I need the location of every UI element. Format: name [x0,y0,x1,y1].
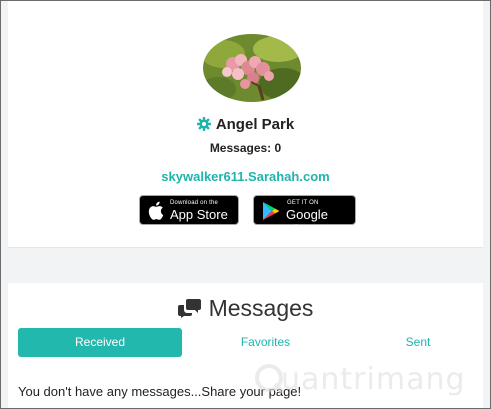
messages-title: Messages [8,295,483,324]
tab-favorites[interactable]: Favorites [208,328,323,357]
chat-bubbles-icon [177,297,202,324]
app-frame: Angel Park Messages: 0 skywalker611.Sara… [0,0,491,409]
messages-count: Messages: 0 [209,141,282,155]
tab-received[interactable]: Received [18,328,182,357]
google-play-badge[interactable]: GET IT ON Google Play [253,195,356,237]
app-store-small-text: Download on the [170,200,219,206]
empty-messages-text: You don't have any messages...Share your… [18,384,302,399]
google-play-big-text: Google Play [286,207,328,237]
avatar-photo [203,34,301,102]
messages-title-text: Messages [208,295,314,321]
profile-name-text: Angel Park [215,116,295,133]
profile-name: Angel Park [8,116,483,135]
profile-card: Angel Park Messages: 0 skywalker611.Sara… [8,1,483,248]
google-play-small-text: GET IT ON [287,200,319,206]
app-store-badge[interactable]: Download on the App Store [139,195,239,225]
tab-sent[interactable]: Sent [358,328,478,357]
app-store-big-text: App Store [170,207,228,222]
avatar[interactable] [203,34,301,102]
messages-section: Messages Received Favorites Sent You don… [8,283,483,408]
apple-icon [148,201,164,225]
gear-icon[interactable] [196,117,211,135]
profile-link[interactable]: skywalker611.Sarahah.com [8,169,483,184]
google-play-icon [262,201,280,226]
